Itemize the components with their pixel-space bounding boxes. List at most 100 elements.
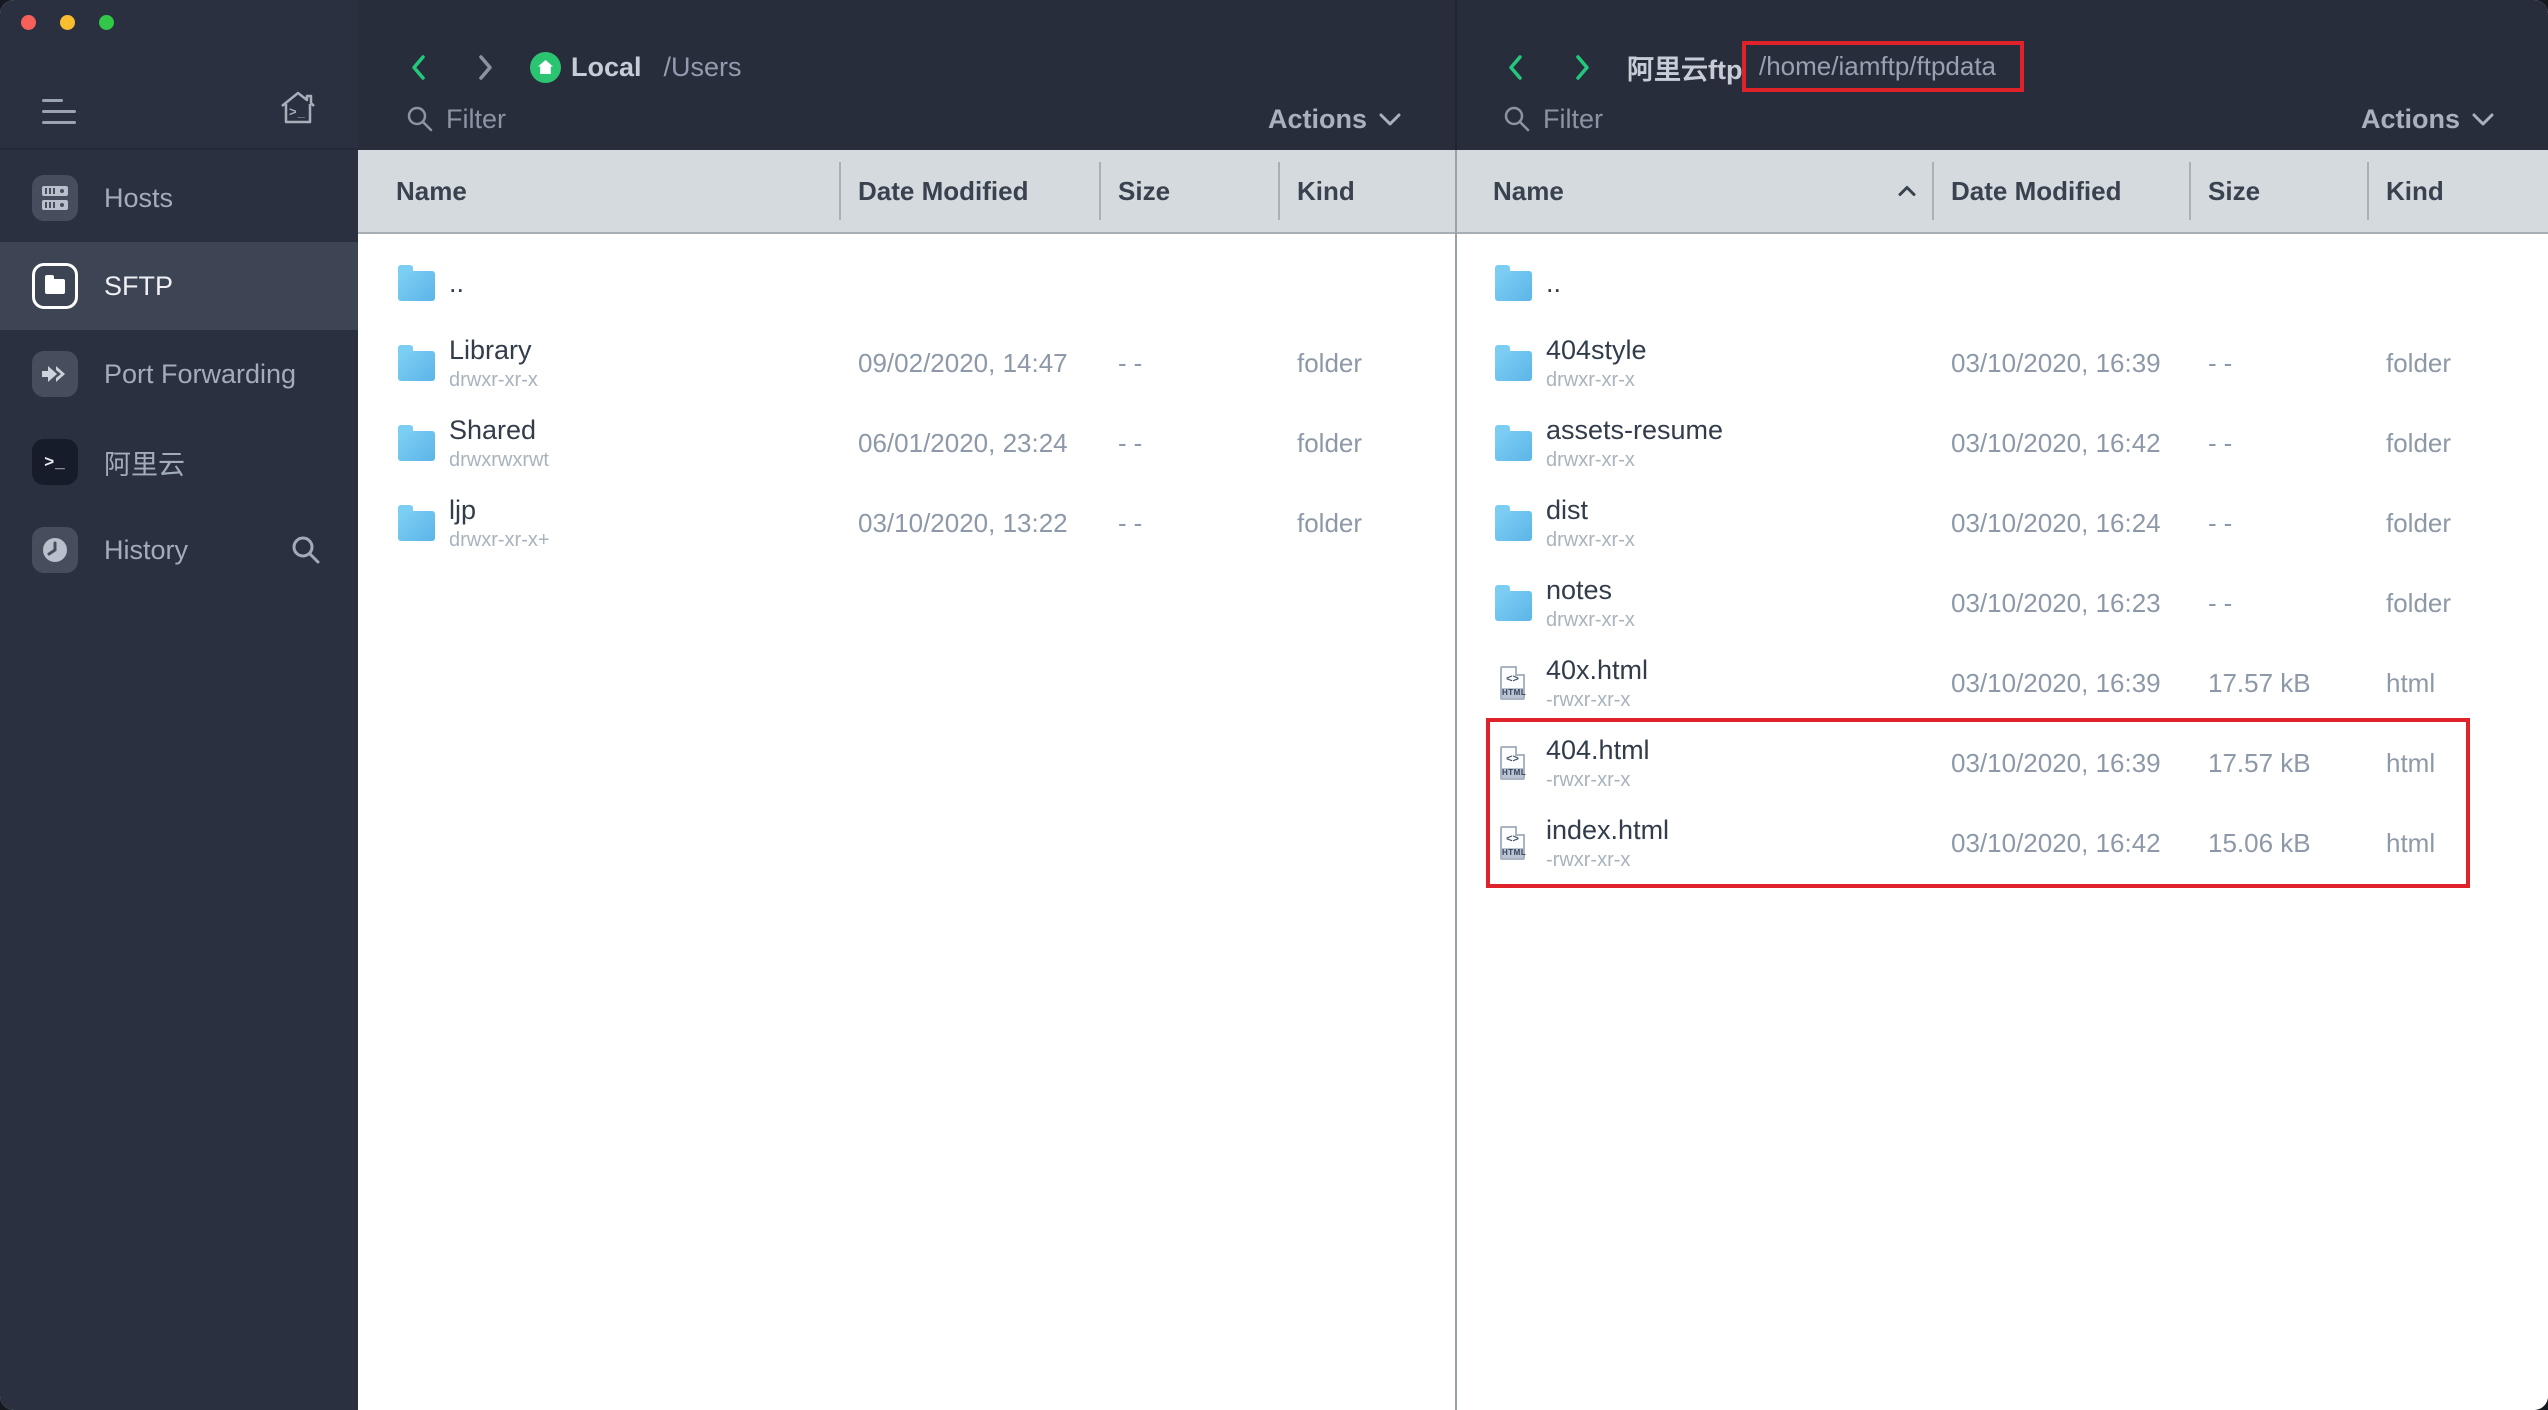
date-modified-cell: 03/10/2020, 16:23 [1951,587,2161,618]
table-row[interactable]: <> HTML 40x.html -rwxr-xr-x 03/10/2020, … [1455,643,2548,723]
sidebar: >_ Hosts SFTP Port Forwarding >_ 阿里云 His… [0,0,358,1410]
remote-toolbar: Filter Actions [1455,96,2548,142]
date-modified-cell: 03/10/2020, 16:42 [1951,827,2161,858]
filter-icon [406,105,434,133]
remote-panel: 阿里云ftp Filter Actions Name Date Modified… [1455,0,2548,1410]
column-header-date-modified[interactable]: Date Modified [839,150,1099,232]
size-cell: -- [1118,427,1150,458]
window-controls [21,15,114,30]
size-cell: -- [2208,587,2240,618]
kind-cell: folder [1297,427,1363,458]
sidebar-item-label: SFTP [104,270,174,301]
table-row-parent-dir[interactable]: .. [358,243,1455,323]
sidebar-item-port-forwarding[interactable]: Port Forwarding [0,330,358,418]
kind-cell: folder [2386,427,2452,458]
sidebar-item-history[interactable]: History [0,506,358,594]
folder-icon [398,264,435,301]
sidebar-item-sftp[interactable]: SFTP [0,242,358,330]
date-modified-cell: 06/01/2020, 23:24 [858,427,1068,458]
table-row[interactable]: <> HTML index.html -rwxr-xr-x 03/10/2020… [1455,803,2548,883]
zoom-window-button[interactable] [99,15,114,30]
main-area: Local /Users Filter Actions Name Date Mo [358,0,2548,1410]
column-header-size[interactable]: Size [1099,150,1278,232]
table-row[interactable]: 404style drwxr-xr-x 03/10/2020, 16:39 --… [1455,323,2548,403]
date-modified-cell: 03/10/2020, 16:39 [1951,347,2161,378]
history-icon [32,527,78,573]
date-modified-cell: 03/10/2020, 16:42 [1951,427,2161,458]
sidebar-item-label: 阿里云 [104,449,185,480]
history-search-icon[interactable] [290,534,322,566]
port-forwarding-icon [32,351,78,397]
kind-cell: folder [2386,347,2452,378]
kind-cell: html [2386,667,2436,698]
back-icon[interactable] [410,54,427,81]
sidebar-header: >_ [0,0,358,150]
terminal-icon: >_ [32,439,78,485]
column-header-name[interactable]: Name [358,150,839,232]
kind-cell: folder [2386,587,2452,618]
filter-input[interactable]: Filter [446,104,506,135]
local-file-list: .. Library drwxr-xr-x 09/02/2020, 14:47 … [358,234,1455,1410]
table-row[interactable]: dist drwxr-xr-x 03/10/2020, 16:24 -- fol… [1455,483,2548,563]
html-file-icon: <> HTML [1500,746,1526,780]
sidebar-item-hosts[interactable]: Hosts [0,154,358,242]
remote-path[interactable]: /home/iamftp/ftpdata [1759,51,1996,82]
filter-input[interactable]: Filter [1543,104,1603,135]
html-file-icon: <> HTML [1500,666,1526,700]
date-modified-cell: 03/10/2020, 16:39 [1951,667,2161,698]
folder-icon [1495,264,1532,301]
table-row[interactable]: Library drwxr-xr-x 09/02/2020, 14:47 -- … [358,323,1455,403]
remote-title: 阿里云ftp [1627,54,1743,85]
column-header-date-modified[interactable]: Date Modified [1932,150,2189,232]
folder-icon [398,504,435,541]
annotation-box-path: /home/iamftp/ftpdata [1742,41,2024,92]
table-row-parent-dir[interactable]: .. [1455,243,2548,323]
back-icon[interactable] [1507,54,1524,81]
sidebar-item-aliyun[interactable]: >_ 阿里云 [0,418,358,506]
sftp-icon [32,263,78,309]
forward-icon[interactable] [477,54,494,81]
column-header-kind[interactable]: Kind [1278,150,1455,232]
kind-cell: html [2386,747,2436,778]
kind-cell: folder [2386,507,2452,538]
table-row[interactable]: <> HTML 404.html -rwxr-xr-x 03/10/2020, … [1455,723,2548,803]
remote-file-list: .. 404style drwxr-xr-x 03/10/2020, 16:39… [1455,234,2548,1410]
table-row[interactable]: assets-resume drwxr-xr-x 03/10/2020, 16:… [1455,403,2548,483]
sidebar-item-label: Hosts [104,182,174,213]
filter-icon [1503,105,1531,133]
forward-icon[interactable] [1574,54,1591,81]
size-cell: -- [2208,347,2240,378]
local-panel-header: Local /Users Filter Actions [358,0,1455,150]
kind-cell: folder [1297,347,1363,378]
date-modified-cell: 03/10/2020, 16:24 [1951,507,2161,538]
local-home-icon [530,51,561,83]
local-toolbar: Filter Actions [358,96,1455,142]
menu-icon[interactable] [42,99,76,132]
folder-icon [1495,424,1532,461]
table-row[interactable]: notes drwxr-xr-x 03/10/2020, 16:23 -- fo… [1455,563,2548,643]
folder-icon [398,344,435,381]
remote-actions-button[interactable]: Actions [2361,104,2494,135]
minimize-window-button[interactable] [60,15,75,30]
remote-table-header: Name Date Modified Size Kind [1455,150,2548,234]
kind-cell: html [2386,827,2436,858]
table-row[interactable]: Shared drwxrwxrwt 06/01/2020, 23:24 -- f… [358,403,1455,483]
local-actions-button[interactable]: Actions [1268,104,1401,135]
size-cell: 15.06 kB [2208,827,2311,858]
close-window-button[interactable] [21,15,36,30]
folder-icon [398,424,435,461]
sidebar-nav: Hosts SFTP Port Forwarding >_ 阿里云 Histor… [0,150,358,594]
size-cell: -- [2208,507,2240,538]
folder-icon [1495,344,1532,381]
date-modified-cell: 03/10/2020, 16:39 [1951,747,2161,778]
sidebar-item-label: Port Forwarding [104,358,297,389]
date-modified-cell: 03/10/2020, 13:22 [858,507,1068,538]
column-header-name[interactable]: Name [1455,150,1932,232]
local-panel: Local /Users Filter Actions Name Date Mo [358,0,1455,1410]
home-terminal-icon[interactable]: >_ [278,88,318,128]
column-header-kind[interactable]: Kind [2367,150,2548,232]
table-row[interactable]: ljp drwxr-xr-x+ 03/10/2020, 13:22 -- fol… [358,483,1455,563]
column-header-size[interactable]: Size [2189,150,2367,232]
size-cell: 17.57 kB [2208,747,2311,778]
local-path[interactable]: /Users [664,52,742,83]
